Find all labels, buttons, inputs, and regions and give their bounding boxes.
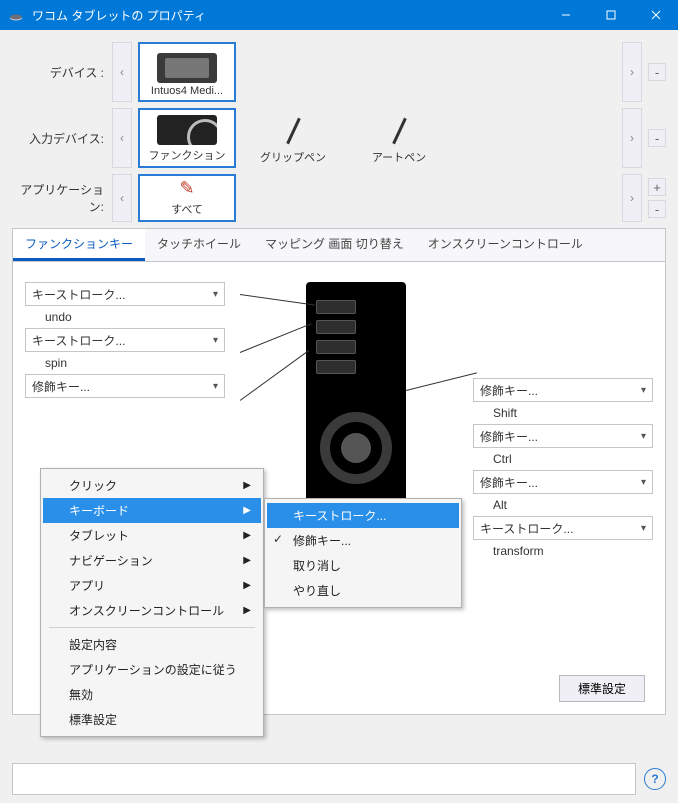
tool-label-1: グリップペン	[260, 149, 326, 165]
app-next[interactable]: ›	[622, 174, 642, 222]
submenu-undo[interactable]: 取り消し	[267, 553, 459, 578]
chevron-right-icon: ▶	[243, 605, 251, 616]
chevron-right-icon: ▶	[243, 555, 251, 566]
device-card[interactable]: Intuos4 Medi...	[138, 42, 236, 102]
tool-card-grip-pen[interactable]: グリップペン	[244, 108, 342, 168]
tool-label-2: アートペン	[372, 149, 426, 165]
context-submenu-keyboard: キーストローク... ✓修飾キー... 取り消し やり直し	[264, 498, 462, 608]
tool-label: 入力デバイス:	[12, 130, 112, 147]
right-key-2-value: Ctrl	[473, 452, 653, 466]
chevron-down-icon: ▾	[213, 335, 218, 346]
menu-disabled[interactable]: 無効	[43, 682, 261, 707]
app-icon	[8, 7, 24, 23]
maximize-button[interactable]	[588, 0, 633, 30]
right-key-3-combo[interactable]: 修飾キー...▾	[473, 470, 653, 494]
chevron-right-icon: ▶	[243, 530, 251, 541]
right-key-1-combo[interactable]: 修飾キー...▾	[473, 378, 653, 402]
functions-icon	[157, 115, 217, 145]
submenu-modifier[interactable]: ✓修飾キー...	[267, 528, 459, 553]
chevron-down-icon: ▾	[213, 381, 218, 392]
menu-keyboard[interactable]: キーボード▶	[43, 498, 261, 523]
tool-label-0: ファンクション	[149, 147, 226, 163]
pen-icon	[263, 117, 323, 147]
menu-show-settings[interactable]: 設定内容	[43, 632, 261, 657]
tab-display-switch[interactable]: マッピング 画面 切り替え	[253, 229, 416, 261]
menu-separator	[49, 627, 255, 628]
right-key-4-combo[interactable]: キーストローク...▾	[473, 516, 653, 540]
menu-onscreen-controls[interactable]: オンスクリーンコントロール▶	[43, 598, 261, 623]
device-prev[interactable]: ‹	[112, 42, 132, 102]
tab-touch-wheel[interactable]: タッチホイール	[145, 229, 253, 261]
right-key-2-combo[interactable]: 修飾キー...▾	[473, 424, 653, 448]
right-key-1-value: Shift	[473, 406, 653, 420]
chevron-right-icon: ▶	[243, 580, 251, 591]
app-label-0: すべて	[171, 201, 203, 217]
app-prev[interactable]: ‹	[112, 174, 132, 222]
context-menu: クリック▶ キーボード▶ タブレット▶ ナビゲーション▶ アプリ▶ オンスクリー…	[40, 468, 264, 737]
tab-onscreen-controls[interactable]: オンスクリーンコントロール	[416, 229, 595, 261]
menu-click[interactable]: クリック▶	[43, 473, 261, 498]
menu-default[interactable]: 標準設定	[43, 707, 261, 732]
tablet-icon	[157, 53, 217, 83]
app-card-all[interactable]: すべて	[138, 174, 236, 222]
chevron-down-icon: ▾	[641, 523, 646, 534]
chevron-down-icon: ▾	[641, 385, 646, 396]
restore-defaults-button[interactable]: 標準設定	[559, 675, 645, 702]
device-remove[interactable]: -	[648, 63, 666, 81]
left-key-1-combo[interactable]: キーストローク...▾	[25, 282, 225, 306]
tool-card-functions[interactable]: ファンクション	[138, 108, 236, 168]
left-key-3-combo[interactable]: 修飾キー...▾	[25, 374, 225, 398]
menu-tablet[interactable]: タブレット▶	[43, 523, 261, 548]
right-key-3-value: Alt	[473, 498, 653, 512]
submenu-redo[interactable]: やり直し	[267, 578, 459, 603]
tool-next[interactable]: ›	[622, 108, 642, 168]
bottom-panel	[12, 763, 636, 795]
device-next[interactable]: ›	[622, 42, 642, 102]
all-apps-icon	[157, 177, 217, 199]
help-button[interactable]: ?	[644, 768, 666, 790]
right-key-4-value: transform	[473, 544, 653, 558]
tool-remove[interactable]: -	[648, 129, 666, 147]
left-key-2-combo[interactable]: キーストローク...▾	[25, 328, 225, 352]
tab-function-keys[interactable]: ファンクションキー	[13, 229, 145, 261]
tool-card-art-pen[interactable]: アートペン	[350, 108, 448, 168]
chevron-right-icon: ▶	[243, 480, 251, 491]
close-button[interactable]	[633, 0, 678, 30]
minimize-button[interactable]	[543, 0, 588, 30]
menu-navigation[interactable]: ナビゲーション▶	[43, 548, 261, 573]
app-label: アプリケーション:	[12, 181, 112, 215]
tool-prev[interactable]: ‹	[112, 108, 132, 168]
app-remove[interactable]: -	[648, 200, 666, 218]
device-label: デバイス :	[12, 64, 112, 81]
submenu-keystroke[interactable]: キーストローク...	[267, 503, 459, 528]
device-card-label: Intuos4 Medi...	[151, 85, 223, 97]
chevron-down-icon: ▾	[641, 431, 646, 442]
pen-icon	[369, 117, 429, 147]
chevron-down-icon: ▾	[641, 477, 646, 488]
chevron-right-icon: ▶	[243, 505, 251, 516]
window-title: ワコム タブレットの プロパティ	[32, 7, 206, 24]
check-icon: ✓	[273, 532, 283, 546]
chevron-down-icon: ▾	[213, 289, 218, 300]
app-add[interactable]: +	[648, 178, 666, 196]
menu-app-defined[interactable]: アプリケーションの設定に従う	[43, 657, 261, 682]
menu-app[interactable]: アプリ▶	[43, 573, 261, 598]
